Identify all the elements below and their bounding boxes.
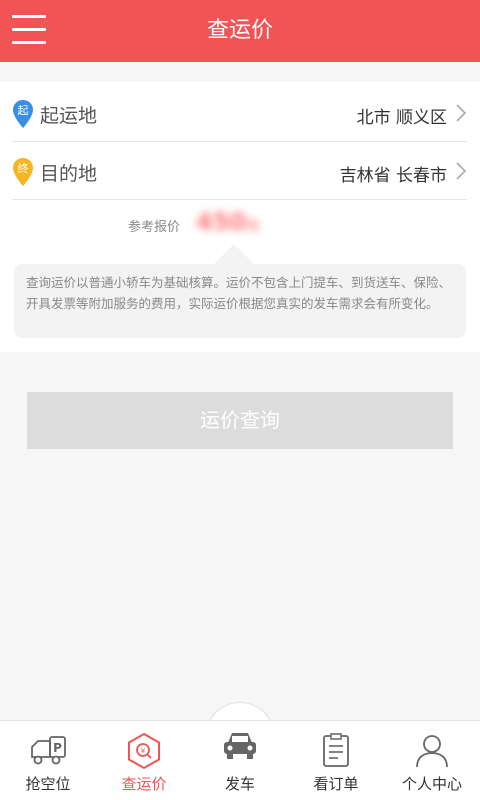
divider: [12, 199, 467, 200]
price-amount: 450: [196, 208, 247, 236]
svg-text:终: 终: [18, 161, 29, 175]
tab-label: 看订单: [313, 775, 359, 793]
bottom-tabbar: P 抢空位 ¥ 查运价 发车 看订单 个人中心: [0, 720, 480, 800]
tab-label: 抢空位: [25, 775, 71, 793]
car-icon: [224, 733, 256, 759]
destination-label: 目的地: [40, 163, 98, 185]
destination-pin-icon: 终: [13, 158, 33, 186]
page-title: 查运价: [206, 18, 273, 43]
tab-check-price[interactable]: ¥ 查运价: [96, 721, 192, 800]
tab-grab-slot[interactable]: P 抢空位: [0, 721, 96, 800]
tab-label: 发车: [224, 775, 255, 793]
svg-text:P: P: [53, 741, 62, 755]
price-form: 起 起运地 北市 顺义区 终 目的地 吉林省 长春市 参考报价 450元 查询运…: [0, 82, 480, 352]
user-icon: [416, 735, 448, 768]
tab-label: 个人中心: [401, 775, 462, 793]
order-list-icon: [323, 733, 349, 767]
origin-value: 北市 顺义区: [356, 108, 447, 128]
svg-text:¥: ¥: [141, 747, 146, 755]
price-note: 查询运价以普通小轿车为基础核算。运价不包含上门提车、到货送车、保险、开具发票等附…: [14, 264, 466, 338]
destination-row[interactable]: 终 目的地 吉林省 长春市: [0, 142, 480, 200]
query-price-button[interactable]: 运价查询: [27, 392, 453, 449]
tab-send-car[interactable]: 发车: [192, 721, 288, 800]
origin-label: 起运地: [40, 105, 98, 127]
price-search-icon: ¥: [128, 732, 160, 770]
tab-profile[interactable]: 个人中心: [384, 721, 480, 800]
truck-parking-icon: P: [31, 736, 66, 765]
price-unit: 元: [246, 219, 260, 234]
tab-orders[interactable]: 看订单: [288, 721, 384, 800]
origin-row[interactable]: 起 起运地 北市 顺义区: [0, 84, 480, 142]
svg-text:起: 起: [18, 104, 29, 117]
chevron-right-icon: [456, 162, 467, 180]
header-bar: 查运价: [0, 0, 480, 62]
price-value: 450元: [196, 208, 259, 236]
chevron-right-icon: [456, 104, 467, 122]
note-pointer: [214, 244, 254, 264]
tab-label: 查运价: [121, 775, 167, 793]
price-label: 参考报价: [128, 220, 181, 235]
destination-value: 吉林省 长春市: [339, 166, 447, 186]
origin-pin-icon: 起: [13, 100, 33, 128]
